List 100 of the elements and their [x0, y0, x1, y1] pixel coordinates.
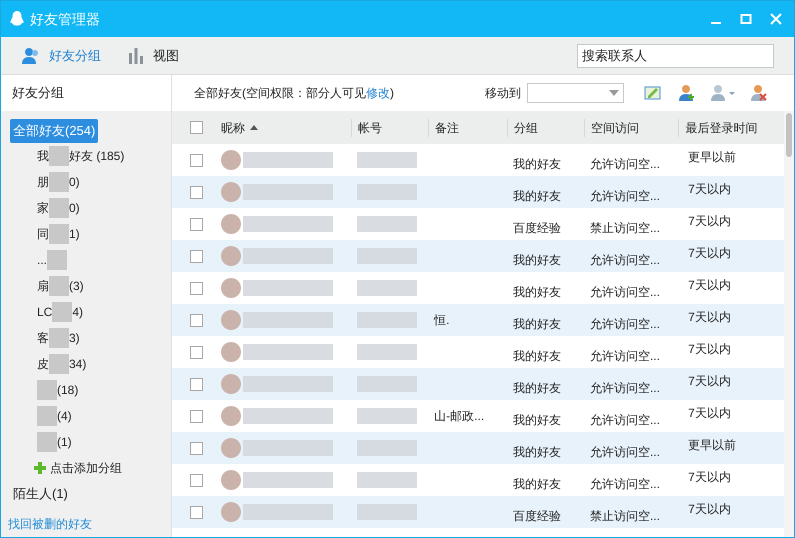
avatar-placeholder [220, 342, 241, 362]
add-user-icon[interactable] [678, 84, 696, 102]
checkbox[interactable] [190, 506, 203, 518]
access-cell: 允许访问空... [590, 157, 660, 171]
avatar-placeholder [220, 150, 241, 170]
access-cell: 禁止访问空... [590, 221, 660, 235]
sort-up-icon [250, 125, 258, 130]
group-item[interactable]: (3) [69, 277, 84, 295]
group-cell: 我的好友 [513, 477, 562, 491]
blurred-block [357, 280, 418, 296]
last-login-cell: 7天以内 [688, 246, 731, 260]
blurred-block [357, 312, 418, 328]
plus-icon [33, 461, 47, 475]
add-group-button[interactable]: 点击添加分组 [33, 455, 171, 481]
access-cell: 禁止访问空... [590, 509, 660, 523]
penguin-icon [9, 10, 25, 28]
group-item[interactable]: 0) [69, 173, 80, 191]
avatar-placeholder [220, 438, 241, 458]
group-item[interactable]: 我 [37, 147, 49, 165]
user-settings-icon[interactable] [710, 84, 736, 102]
checkbox[interactable] [190, 218, 203, 230]
last-login-cell: 7天以内 [688, 310, 731, 324]
group-item[interactable]: 3) [69, 329, 80, 347]
checkbox[interactable] [190, 442, 203, 454]
last-login-cell: 7天以内 [688, 406, 731, 420]
search-field[interactable]: 搜索联系人 [577, 44, 774, 68]
move-to-dropdown[interactable] [527, 83, 624, 103]
blurred-block [357, 216, 418, 232]
group-item[interactable]: LC [37, 303, 52, 321]
checkbox[interactable] [190, 314, 203, 326]
scrollbar[interactable] [784, 111, 794, 537]
group-item[interactable]: 陌生人(1) [13, 481, 171, 507]
blurred-block [357, 504, 418, 520]
blurred-block [357, 152, 418, 168]
column-header[interactable]: 备注 [435, 118, 460, 136]
group-cell: 我的好友 [513, 285, 562, 299]
edit-link[interactable]: 修改 [366, 86, 390, 100]
group-item[interactable]: 家 [37, 199, 49, 217]
group-cell: 我的好友 [513, 381, 562, 395]
access-cell: 允许访问空... [590, 189, 660, 203]
group-item[interactable]: 34) [69, 355, 86, 373]
last-login-cell: 更早以前 [688, 438, 736, 452]
summary-text: 全部好友(空间权限：部分人可见修改) [194, 85, 394, 102]
column-header[interactable]: 空间访问 [591, 118, 640, 136]
bar-chart-icon [127, 46, 145, 64]
group-item[interactable]: (18) [57, 381, 78, 399]
column-header[interactable]: 最后登录时间 [685, 118, 758, 136]
avatar-placeholder [220, 278, 241, 298]
avatar-placeholder [220, 246, 241, 266]
last-login-cell: 7天以内 [688, 342, 731, 356]
column-header[interactable]: 昵称 [220, 118, 245, 136]
group-item[interactable]: 同 [37, 225, 49, 243]
group-cell: 百度经验 [513, 509, 562, 523]
blurred-block [37, 432, 57, 452]
access-cell: 允许访问空... [590, 477, 660, 491]
blurred-block [49, 146, 69, 166]
remark-cell-text: 山-邮政... [434, 408, 484, 425]
last-login-cell: 7天以内 [688, 374, 731, 388]
remove-user-icon[interactable] [750, 84, 768, 102]
checkbox[interactable] [190, 186, 203, 198]
group-item[interactable]: 好友 (185) [69, 147, 124, 165]
checkbox[interactable] [190, 154, 203, 166]
checkbox[interactable] [190, 378, 203, 390]
checkbox[interactable] [190, 474, 203, 486]
edit-card-icon[interactable] [644, 84, 662, 102]
checkbox[interactable] [190, 121, 203, 134]
maximize-icon[interactable] [740, 13, 752, 25]
toolbar-tab[interactable]: 好友分组 [21, 46, 101, 66]
last-login-cell: 7天以内 [688, 278, 731, 292]
checkbox[interactable] [190, 410, 203, 422]
group-item[interactable]: 扇 [37, 277, 49, 295]
group-cell: 百度经验 [513, 221, 562, 235]
close-icon[interactable] [770, 13, 782, 25]
group-item[interactable]: (4) [57, 407, 72, 425]
group-item[interactable]: 朋 [37, 173, 49, 191]
group-cell: 我的好友 [513, 445, 562, 459]
group-item[interactable]: (1) [57, 433, 72, 451]
blurred-block [47, 250, 68, 270]
toolbar-tab[interactable]: 视图 [127, 46, 179, 66]
avatar-placeholder [220, 406, 241, 426]
group-cell: 我的好友 [513, 157, 562, 171]
group-cell: 我的好友 [513, 253, 562, 267]
blurred-block [37, 406, 57, 426]
avatar-placeholder [220, 374, 241, 394]
remark-cell-text: 恒. [434, 312, 450, 329]
checkbox[interactable] [190, 346, 203, 358]
group-item[interactable]: 0) [69, 199, 80, 217]
column-header[interactable]: 帐号 [358, 118, 382, 136]
group-item[interactable]: ... [37, 251, 48, 269]
checkbox[interactable] [190, 250, 203, 262]
group-item[interactable]: 1) [69, 225, 80, 243]
group-item[interactable]: 客 [37, 329, 49, 347]
last-login-cell: 7天以内 [688, 470, 731, 484]
avatar-placeholder [220, 182, 241, 202]
group-item[interactable]: 4) [72, 303, 84, 321]
group-item[interactable]: 皮 [37, 355, 49, 373]
column-header[interactable]: 分组 [514, 118, 538, 136]
blurred-block [49, 328, 69, 348]
blurred-block [52, 302, 72, 322]
checkbox[interactable] [190, 282, 203, 294]
